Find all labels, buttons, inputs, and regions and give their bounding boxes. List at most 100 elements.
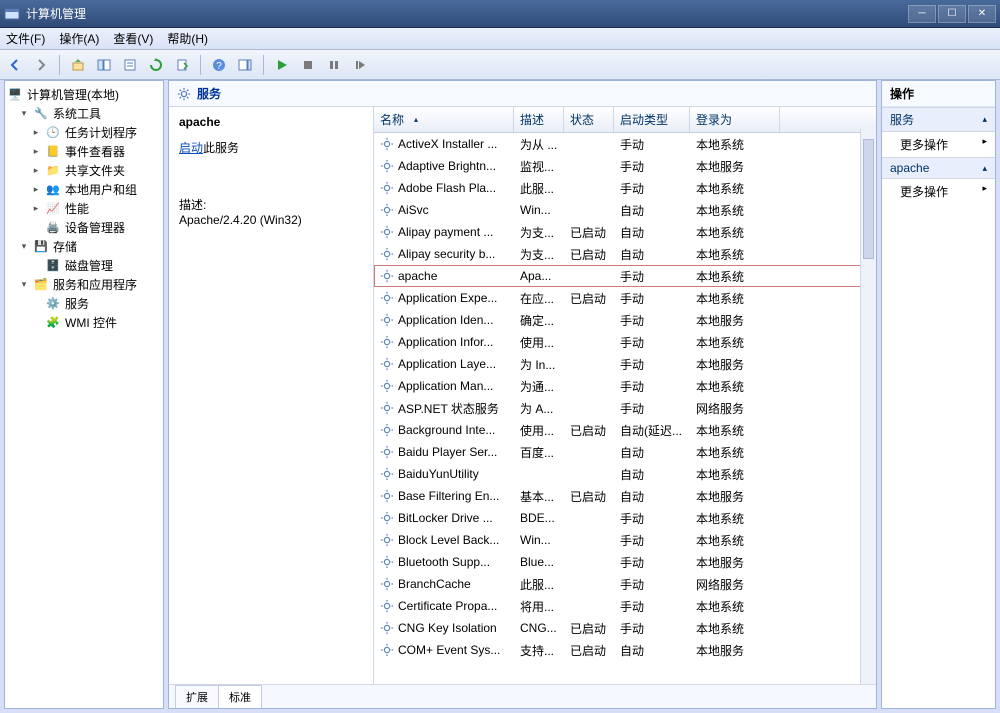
- svg-text:?: ?: [216, 61, 222, 72]
- service-row[interactable]: ActiveX Installer ...为从 ...手动本地系统: [374, 133, 876, 155]
- start-service-link[interactable]: 启动: [179, 141, 203, 155]
- menu-action[interactable]: 操作(A): [59, 30, 99, 47]
- device-icon: 🖨️: [45, 220, 61, 236]
- col-status[interactable]: 状态: [564, 107, 614, 132]
- close-button[interactable]: ✕: [968, 5, 996, 23]
- actions-more-1[interactable]: 更多操作▸: [882, 132, 995, 157]
- toggle-action-pane-button[interactable]: [234, 54, 256, 76]
- up-button[interactable]: [67, 54, 89, 76]
- tree-group-system-tools[interactable]: ▾🔧系统工具: [19, 104, 161, 123]
- tree-item-perf[interactable]: ▸📈性能: [31, 199, 161, 218]
- service-row[interactable]: Application Iden...确定...手动本地服务: [374, 309, 876, 331]
- selected-service-name: apache: [179, 115, 363, 129]
- service-row[interactable]: Block Level Back...Win...手动本地系统: [374, 529, 876, 551]
- nav-forward-button[interactable]: [30, 54, 52, 76]
- window-title: 计算机管理: [26, 5, 908, 22]
- service-row[interactable]: Application Laye...为 In...手动本地服务: [374, 353, 876, 375]
- service-detail-pane: apache 启动此服务 描述: Apache/2.4.20 (Win32): [169, 107, 374, 684]
- tree-item-events[interactable]: ▸📒事件查看器: [31, 142, 161, 161]
- desc-label: 描述:: [179, 196, 363, 213]
- wmi-icon: 🧩: [45, 315, 61, 331]
- computer-icon: 🖥️: [7, 87, 23, 103]
- show-hide-tree-button[interactable]: [93, 54, 115, 76]
- tree-item-wmi[interactable]: 🧩WMI 控件: [31, 313, 161, 332]
- tools-icon: 🔧: [33, 106, 49, 122]
- tree-root[interactable]: 🖥️计算机管理(本地): [7, 85, 161, 104]
- minimize-button[interactable]: ─: [908, 5, 936, 23]
- gear-icon: [177, 87, 191, 101]
- scrollbar-thumb[interactable]: [863, 139, 874, 259]
- service-row[interactable]: COM+ Event Sys...支持...已启动自动本地服务: [374, 639, 876, 661]
- service-row[interactable]: BaiduYunUtility自动本地系统: [374, 463, 876, 485]
- tree-item-services[interactable]: ⚙️服务: [31, 294, 161, 313]
- navigation-tree[interactable]: 🖥️计算机管理(本地) ▾🔧系统工具 ▸🕒任务计划程序 ▸📒事件查看器 ▸📁共享…: [4, 80, 164, 709]
- chevron-right-icon: ▸: [982, 136, 987, 153]
- menubar: 文件(F) 操作(A) 查看(V) 帮助(H): [0, 28, 1000, 50]
- col-name[interactable]: 名称▴: [374, 107, 514, 132]
- menu-help[interactable]: 帮助(H): [167, 30, 208, 47]
- service-row[interactable]: Application Infor...使用...手动本地系统: [374, 331, 876, 353]
- chevron-right-icon: ▸: [982, 183, 987, 200]
- start-service-button[interactable]: [271, 54, 293, 76]
- menu-file[interactable]: 文件(F): [6, 30, 45, 47]
- clock-icon: 🕒: [45, 125, 61, 141]
- actions-group-services[interactable]: 服务▴: [882, 107, 995, 132]
- tree-group-services-apps[interactable]: ▾🗂️服务和应用程序: [19, 275, 161, 294]
- tree-group-storage[interactable]: ▾💾存储: [19, 237, 161, 256]
- service-row[interactable]: CNG Key IsolationCNG...已启动手动本地系统: [374, 617, 876, 639]
- tree-item-shared[interactable]: ▸📁共享文件夹: [31, 161, 161, 180]
- service-row[interactable]: Adaptive Brightn...监视...手动本地服务: [374, 155, 876, 177]
- vertical-scrollbar[interactable]: [860, 129, 876, 684]
- toolbar: ?: [0, 50, 1000, 80]
- service-row[interactable]: Background Inte...使用...已启动自动(延迟...本地系统: [374, 419, 876, 441]
- service-row[interactable]: Alipay payment ...为支...已启动自动本地系统: [374, 221, 876, 243]
- storage-icon: 💾: [33, 239, 49, 255]
- export-button[interactable]: [171, 54, 193, 76]
- tree-item-disk[interactable]: 🗄️磁盘管理: [31, 256, 161, 275]
- service-row[interactable]: BitLocker Drive ...BDE...手动本地系统: [374, 507, 876, 529]
- app-icon: [4, 6, 20, 22]
- center-panel: 服务 apache 启动此服务 描述: Apache/2.4.20 (Win32…: [168, 80, 877, 709]
- actions-header: 操作: [882, 81, 995, 107]
- service-row[interactable]: AiSvcWin...自动本地系统: [374, 199, 876, 221]
- collapse-icon: ▴: [982, 114, 987, 125]
- service-row[interactable]: Application Man...为通...手动本地系统: [374, 375, 876, 397]
- help-button[interactable]: ?: [208, 54, 230, 76]
- service-row[interactable]: Adobe Flash Pla...此服...手动本地系统: [374, 177, 876, 199]
- col-logon[interactable]: 登录为: [690, 107, 780, 132]
- services-list[interactable]: 名称▴ 描述 状态 启动类型 登录为 ActiveX Installer ...…: [374, 107, 876, 684]
- service-row[interactable]: Baidu Player Ser...百度...自动本地系统: [374, 441, 876, 463]
- pause-service-button[interactable]: [323, 54, 345, 76]
- maximize-button[interactable]: ☐: [938, 5, 966, 23]
- disk-icon: 🗄️: [45, 258, 61, 274]
- col-start-type[interactable]: 启动类型: [614, 107, 690, 132]
- service-row[interactable]: Bluetooth Supp...Blue...手动本地服务: [374, 551, 876, 573]
- service-row[interactable]: apacheApa...手动本地系统: [374, 265, 876, 287]
- nav-back-button[interactable]: [4, 54, 26, 76]
- service-row[interactable]: Alipay security b...为支...已启动自动本地系统: [374, 243, 876, 265]
- refresh-button[interactable]: [145, 54, 167, 76]
- bottom-tabs: 扩展 标准: [169, 684, 876, 708]
- menu-view[interactable]: 查看(V): [113, 30, 153, 47]
- stop-service-button[interactable]: [297, 54, 319, 76]
- service-row[interactable]: Base Filtering En...基本...已启动自动本地服务: [374, 485, 876, 507]
- tree-item-device[interactable]: 🖨️设备管理器: [31, 218, 161, 237]
- service-row[interactable]: ASP.NET 状态服务为 A...手动网络服务: [374, 397, 876, 419]
- service-row[interactable]: BranchCache此服...手动网络服务: [374, 573, 876, 595]
- perf-icon: 📈: [45, 201, 61, 217]
- desc-value: Apache/2.4.20 (Win32): [179, 213, 363, 227]
- tree-item-scheduler[interactable]: ▸🕒任务计划程序: [31, 123, 161, 142]
- tab-standard[interactable]: 标准: [218, 685, 262, 708]
- service-row[interactable]: Application Expe...在应...已启动手动本地系统: [374, 287, 876, 309]
- users-icon: 👥: [45, 182, 61, 198]
- titlebar: 计算机管理 ─ ☐ ✕: [0, 0, 1000, 28]
- event-icon: 📒: [45, 144, 61, 160]
- properties-button[interactable]: [119, 54, 141, 76]
- actions-group-apache[interactable]: apache▴: [882, 157, 995, 179]
- tab-extended[interactable]: 扩展: [175, 685, 219, 708]
- tree-item-users[interactable]: ▸👥本地用户和组: [31, 180, 161, 199]
- service-row[interactable]: Certificate Propa...将用...手动本地系统: [374, 595, 876, 617]
- col-desc[interactable]: 描述: [514, 107, 564, 132]
- actions-more-2[interactable]: 更多操作▸: [882, 179, 995, 204]
- restart-service-button[interactable]: [349, 54, 371, 76]
